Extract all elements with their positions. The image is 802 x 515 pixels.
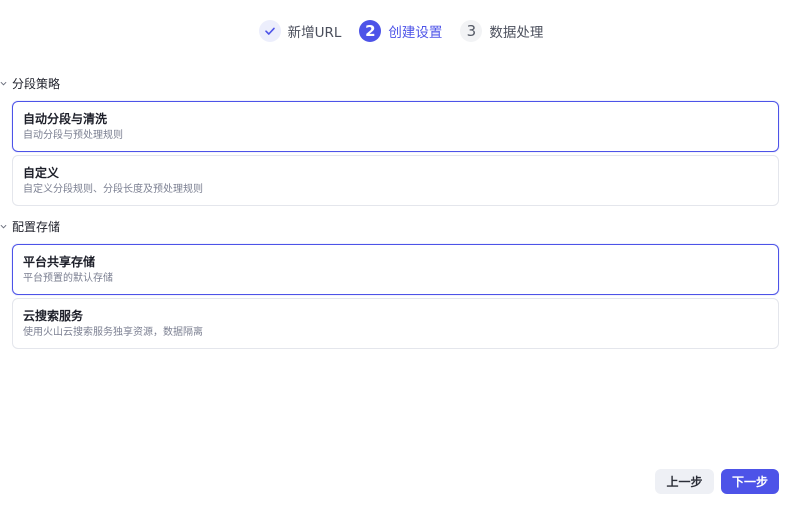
option-platform-storage[interactable]: 平台共享存储 平台预置的默认存储 bbox=[12, 244, 779, 295]
section-header-storage[interactable]: 配置存储 bbox=[0, 217, 60, 235]
option-custom-segment[interactable]: 自定义 自定义分段规则、分段长度及预处理规则 bbox=[12, 155, 779, 206]
option-title: 平台共享存储 bbox=[23, 255, 96, 269]
option-description: 使用火山云搜索服务独享资源，数据隔离 bbox=[23, 327, 203, 338]
option-description: 自定义分段规则、分段长度及预处理规则 bbox=[23, 184, 203, 195]
step-add-url[interactable]: 新增URL bbox=[258, 20, 342, 42]
option-description: 自动分段与预处理规则 bbox=[23, 130, 123, 141]
option-cloud-search-service[interactable]: 云搜索服务 使用火山云搜索服务独享资源，数据隔离 bbox=[12, 298, 779, 349]
step-data-processing[interactable]: 3 数据处理 bbox=[460, 20, 543, 42]
step-create-settings[interactable]: 2 创建设置 bbox=[359, 20, 442, 42]
step-number: 2 bbox=[359, 20, 382, 42]
section-header-segmentation[interactable]: 分段策略 bbox=[0, 74, 60, 92]
section-title: 配置存储 bbox=[12, 219, 61, 234]
chevron-down-icon bbox=[0, 74, 10, 92]
option-description: 平台预置的默认存储 bbox=[23, 273, 113, 284]
check-icon bbox=[258, 20, 281, 42]
step-label: 创建设置 bbox=[388, 25, 443, 41]
option-title: 自定义 bbox=[23, 166, 60, 180]
option-title: 自动分段与清洗 bbox=[23, 112, 108, 126]
previous-step-button[interactable]: 上一步 bbox=[655, 469, 714, 494]
chevron-down-icon bbox=[0, 217, 10, 235]
stepper: 新增URL 2 创建设置 3 数据处理 bbox=[0, 18, 802, 44]
step-number: 3 bbox=[460, 20, 483, 42]
create-settings-page: 新增URL 2 创建设置 3 数据处理 分段策略 自动分段与清洗 自动分段与预处… bbox=[0, 0, 802, 515]
next-step-button[interactable]: 下一步 bbox=[721, 469, 779, 494]
option-title: 云搜索服务 bbox=[23, 309, 84, 323]
option-auto-segment[interactable]: 自动分段与清洗 自动分段与预处理规则 bbox=[12, 101, 779, 152]
section-title: 分段策略 bbox=[12, 76, 61, 91]
step-label: 数据处理 bbox=[489, 25, 544, 41]
step-label: 新增URL bbox=[287, 25, 342, 41]
